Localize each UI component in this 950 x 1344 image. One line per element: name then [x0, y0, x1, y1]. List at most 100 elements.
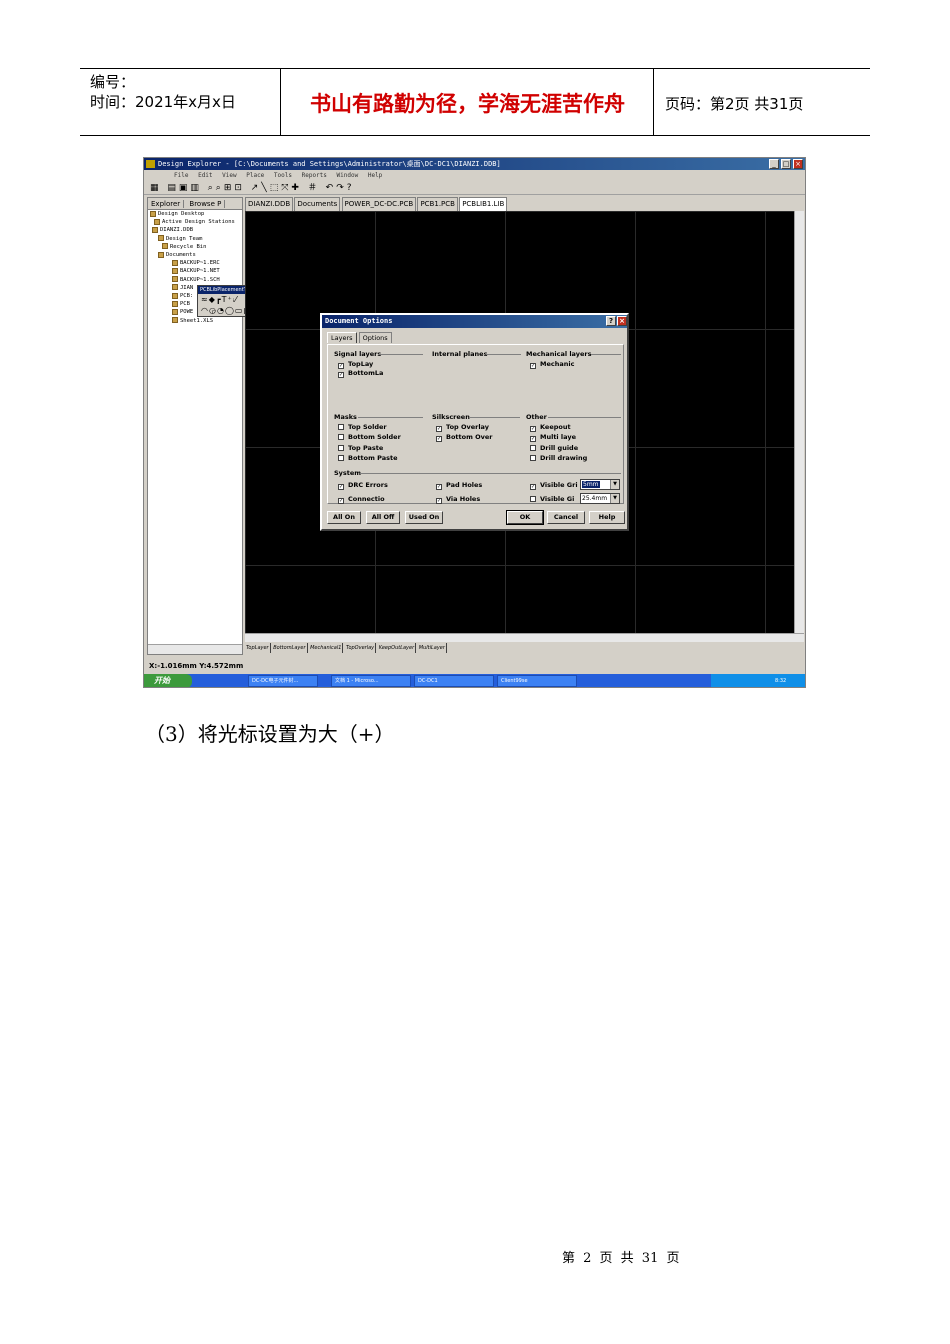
layer-tab-keepout[interactable]: KeepOutLayer: [378, 643, 417, 653]
layer-tab-top[interactable]: TopLayer: [245, 643, 271, 653]
checkbox-keepout[interactable]: ✓ Keepout: [530, 423, 571, 432]
layer-tab-multilayer[interactable]: MultiLayer: [418, 643, 447, 653]
group-internal-planes: Internal planes: [432, 350, 488, 358]
tree-item[interactable]: BACKUP~1.NET: [150, 267, 242, 275]
visible-grid-1-select[interactable]: 5mm ▼: [580, 479, 620, 490]
tree-item[interactable]: Sheet1.XLS: [150, 317, 242, 325]
checkbox-bottom-layer[interactable]: ✓ BottomLa: [338, 369, 383, 378]
checkbox-bottom-overlay[interactable]: ✓ Bottom Over: [436, 433, 493, 442]
tab-power-pcb[interactable]: POWER_DC-DC.PCB: [341, 197, 417, 211]
tree-item[interactable]: Design Team: [150, 235, 242, 243]
help-button[interactable]: Help: [589, 511, 625, 524]
tree-item[interactable]: Design Desktop: [150, 210, 242, 218]
tab-options[interactable]: Options: [358, 332, 392, 343]
dialog-title: Document Options: [322, 315, 627, 328]
tab-explorer[interactable]: Explorer: [148, 200, 185, 208]
checkbox-top-layer[interactable]: ✓ TopLay: [338, 360, 373, 369]
menu-view[interactable]: View: [222, 172, 236, 179]
taskbar-item[interactable]: DC-DC电子元件封...: [248, 675, 318, 687]
tab-pcblib1[interactable]: PCBLIB1.LIB: [459, 197, 508, 211]
tree-item[interactable]: DIANZI.DDB: [150, 226, 242, 234]
minimize-button[interactable]: _: [769, 159, 779, 169]
used-on-button[interactable]: Used On: [405, 511, 443, 524]
menu-reports[interactable]: Reports: [302, 172, 327, 179]
tab-dianzi-ddb[interactable]: DIANZI.DDB: [245, 197, 294, 211]
recycle-bin-icon: [162, 243, 168, 250]
checkbox-via-holes[interactable]: ✓ Via Holes: [436, 495, 480, 504]
dialog-tabs: Layers Options: [327, 332, 392, 343]
cancel-button[interactable]: Cancel: [547, 511, 585, 524]
spreadsheet-icon: [172, 317, 178, 324]
start-button[interactable]: 开始: [144, 674, 192, 687]
tab-documents[interactable]: Documents: [294, 197, 341, 211]
explorer-tabs: Explorer Browse P: [148, 198, 242, 210]
checkbox-pad-holes[interactable]: ✓ Pad Holes: [436, 481, 482, 490]
tree-item[interactable]: Active Design Stations: [150, 218, 242, 226]
tree-item[interactable]: BACKUP~1.SCH: [150, 276, 242, 284]
main-toolbar[interactable]: ▦ ▤▣▥ ⌕⌕⊞⊡ ↗╲⬚⤧✚ ＃ ↶↷?: [144, 181, 805, 195]
layer-tab-bottom[interactable]: BottomLayer: [272, 643, 308, 653]
checkbox-mechanical[interactable]: ✓ Mechanic: [530, 360, 574, 369]
explorer-hscrollbar[interactable]: [148, 644, 242, 654]
checkbox-bottom-paste[interactable]: Bottom Paste: [338, 454, 398, 462]
clock: 8:32: [775, 678, 787, 684]
tree-item[interactable]: BACKUP~1.ERC: [150, 259, 242, 267]
checkbox-multi-layer[interactable]: ✓ Multi laye: [530, 433, 576, 442]
menu-tools[interactable]: Tools: [274, 172, 292, 179]
file-icon: [172, 267, 178, 274]
checkbox-visible-grid-1[interactable]: ✓ Visible Gri: [530, 481, 578, 490]
checkbox-visible-grid-2[interactable]: Visible Gi: [530, 495, 574, 503]
database-icon: [152, 226, 158, 233]
file-icon: [172, 284, 178, 291]
checkbox-bottom-solder[interactable]: Bottom Solder: [338, 433, 401, 441]
windows-taskbar: 开始 DC-DC电子元件封... 文档 1 - Microso... DC-DC…: [144, 674, 805, 687]
layer-tab-topoverlay[interactable]: TopOverlay: [345, 643, 377, 653]
help-icon[interactable]: ?: [606, 316, 616, 326]
tree-item[interactable]: Recycle Bin: [150, 243, 242, 251]
taskbar-item[interactable]: Client99se: [497, 675, 577, 687]
group-signal-layers: Signal layers: [334, 350, 382, 358]
folder-icon: [158, 251, 164, 258]
grid1-value: 5mm: [582, 481, 600, 488]
menu-window[interactable]: Window: [337, 172, 359, 179]
page-footer: 第 2 页 共 31 页: [562, 1251, 680, 1266]
station-icon: [154, 218, 160, 225]
tab-pcb1[interactable]: PCB1.PCB: [417, 197, 458, 211]
close-button[interactable]: ×: [793, 159, 803, 169]
desktop-icon: [150, 210, 156, 217]
menu-place[interactable]: Place: [246, 172, 264, 179]
page-header: 编号： 时间：2021年x月x日 书山有路勤为径，学海无涯苦作舟 页码：第2页 …: [80, 68, 870, 136]
layer-tab-mechanical[interactable]: Mechanical1: [309, 643, 344, 653]
checkbox-drill-guide[interactable]: Drill guide: [530, 444, 578, 452]
file-icon: [172, 292, 178, 299]
visible-grid-2-select[interactable]: 25.4mm ▼: [580, 493, 620, 504]
file-icon: [172, 300, 178, 307]
tab-layers[interactable]: Layers: [327, 332, 357, 343]
menu-bar: File Edit View Place Tools Reports Windo…: [144, 170, 805, 181]
taskbar-item[interactable]: 文档 1 - Microso...: [331, 675, 411, 687]
menu-file[interactable]: File: [174, 172, 188, 179]
tree-item[interactable]: Documents: [150, 251, 242, 259]
maximize-button[interactable]: □: [781, 159, 791, 169]
chevron-down-icon[interactable]: ▼: [610, 480, 619, 489]
checkbox-top-overlay[interactable]: ✓ Top Overlay: [436, 423, 489, 432]
all-on-button[interactable]: All On: [327, 511, 361, 524]
ok-button[interactable]: OK: [506, 510, 544, 525]
chevron-down-icon[interactable]: ▼: [610, 494, 619, 503]
menu-edit[interactable]: Edit: [198, 172, 212, 179]
menu-help[interactable]: Help: [368, 172, 382, 179]
checkbox-drill-drawing[interactable]: Drill drawing: [530, 454, 587, 462]
step-caption: （3）将光标设置为大（+）: [145, 722, 395, 746]
page-info: 页码：第2页 共31页: [665, 95, 804, 113]
window-titlebar: Design Explorer - [C:\Documents and Sett…: [144, 158, 805, 170]
checkbox-top-paste[interactable]: Top Paste: [338, 444, 383, 452]
canvas-hscrollbar[interactable]: [245, 633, 804, 642]
canvas-vscrollbar[interactable]: [794, 211, 804, 633]
tab-browse[interactable]: Browse P: [186, 200, 226, 208]
close-icon[interactable]: ×: [617, 316, 627, 326]
checkbox-connections[interactable]: ✓ Connectio: [338, 495, 385, 504]
checkbox-drc-errors[interactable]: ✓ DRC Errors: [338, 481, 388, 490]
taskbar-item[interactable]: DC-DC1: [414, 675, 494, 687]
all-off-button[interactable]: All Off: [366, 511, 400, 524]
checkbox-top-solder[interactable]: Top Solder: [338, 423, 387, 431]
